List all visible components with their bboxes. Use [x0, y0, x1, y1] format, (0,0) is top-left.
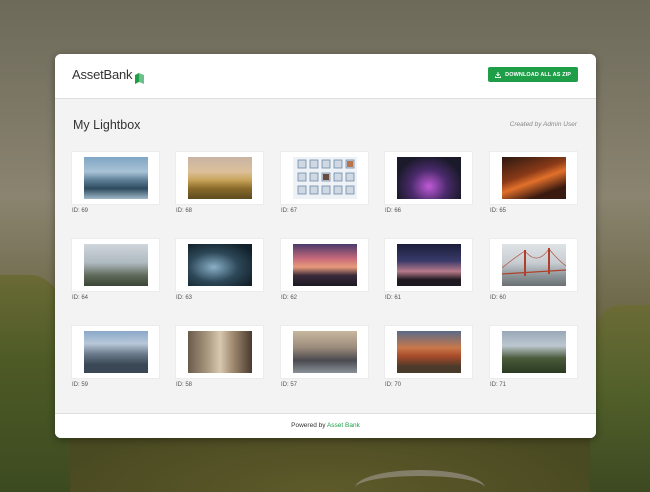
created-by-text: Created by Admin User — [509, 121, 577, 128]
asset-id-label: ID: 68 — [176, 208, 193, 214]
asset-id-label: ID: 67 — [281, 208, 298, 214]
lake-mountain-thumbnail — [83, 157, 148, 199]
misty-mountain-thumbnail — [83, 244, 148, 286]
asset-id-label: ID: 58 — [176, 382, 193, 388]
asset-id-label: ID: 57 — [281, 382, 298, 388]
asset-id-label: ID: 65 — [490, 208, 507, 214]
city-street-thumbnail — [187, 331, 252, 373]
asset-id-label: ID: 62 — [281, 295, 298, 301]
asset-card[interactable]: ID: 65 — [490, 152, 577, 214]
asset-thumbnail-frame[interactable] — [72, 239, 159, 291]
asset-thumbnail-frame[interactable] — [72, 152, 159, 204]
aerial-river-thumbnail — [187, 244, 252, 286]
download-icon — [495, 71, 502, 78]
asset-thumbnail-frame[interactable] — [385, 326, 472, 378]
asset-bank-link[interactable]: Asset Bank — [327, 422, 360, 429]
asset-id-label: ID: 66 — [385, 208, 402, 214]
title-row: My Lightbox Created by Admin User — [55, 99, 596, 135]
brand-name: AssetBank — [72, 67, 133, 82]
asset-thumbnail-frame[interactable] — [385, 152, 472, 204]
asset-card[interactable]: ID: 60 — [490, 239, 577, 301]
asset-id-label: ID: 70 — [385, 382, 402, 388]
asset-id-label: ID: 61 — [385, 295, 402, 301]
asset-card[interactable]: ID: 71 — [490, 326, 577, 388]
asset-thumbnail-frame[interactable] — [490, 152, 577, 204]
asset-card[interactable]: ID: 64 — [72, 239, 159, 301]
asset-card[interactable]: ID: 63 — [176, 239, 263, 301]
asset-card[interactable]: ID: 68 — [176, 152, 263, 214]
asset-card[interactable]: ID: 70 — [385, 326, 472, 388]
page-title: My Lightbox — [73, 118, 141, 132]
golden-gate-thumbnail — [501, 244, 566, 286]
red-canyon-thumbnail — [396, 331, 461, 373]
asset-card[interactable]: ID: 59 — [72, 326, 159, 388]
asset-thumbnail-frame[interactable] — [385, 239, 472, 291]
lightbox-panel: AssetBank DOWNLOAD ALL AS ZIP My Lightbo… — [55, 54, 596, 438]
asset-id-label: ID: 63 — [176, 295, 193, 301]
pier-sunset-thumbnail — [292, 331, 357, 373]
footer-prefix: Powered by — [291, 422, 327, 429]
asset-card[interactable]: ID: 69 — [72, 152, 159, 214]
asset-card[interactable]: ID: 66 — [385, 152, 472, 214]
asset-id-label: ID: 60 — [490, 295, 507, 301]
london-night-thumbnail — [501, 157, 566, 199]
asset-thumbnail-frame[interactable] — [176, 152, 263, 204]
asset-thumbnail-frame[interactable] — [176, 326, 263, 378]
asset-thumbnail-frame[interactable] — [281, 239, 368, 291]
asset-card[interactable]: ID: 67 — [281, 152, 368, 214]
asset-thumbnail-frame[interactable] — [281, 326, 368, 378]
castle-forest-thumbnail — [501, 331, 566, 373]
download-all-zip-button[interactable]: DOWNLOAD ALL AS ZIP — [488, 67, 578, 82]
balloon-field-thumbnail — [187, 157, 252, 199]
asset-id-label: ID: 69 — [72, 208, 89, 214]
night-bridge-thumbnail — [396, 157, 461, 199]
assetbank-logo[interactable]: AssetBank — [72, 67, 145, 84]
asset-id-label: ID: 59 — [72, 382, 89, 388]
asset-id-label: ID: 64 — [72, 295, 89, 301]
asset-thumbnail-frame[interactable] — [72, 326, 159, 378]
dusk-horizon-thumbnail — [396, 244, 461, 286]
asset-thumbnail-frame[interactable] — [281, 152, 368, 204]
background-hill-right — [590, 305, 650, 492]
asset-thumbnail-frame[interactable] — [490, 326, 577, 378]
building-windows-thumbnail — [292, 157, 357, 199]
asset-card[interactable]: ID: 61 — [385, 239, 472, 301]
asset-card[interactable]: ID: 58 — [176, 326, 263, 388]
header: AssetBank DOWNLOAD ALL AS ZIP — [55, 54, 596, 99]
asset-id-label: ID: 71 — [490, 382, 507, 388]
asset-card[interactable]: ID: 62 — [281, 239, 368, 301]
footer: Powered by Asset Bank — [55, 413, 596, 438]
snowy-mountains-thumbnail — [83, 331, 148, 373]
asset-thumbnail-frame[interactable] — [490, 239, 577, 291]
sunset-sea-thumbnail — [292, 244, 357, 286]
download-all-zip-label: DOWNLOAD ALL AS ZIP — [505, 71, 571, 78]
background-road — [355, 470, 485, 492]
asset-card[interactable]: ID: 57 — [281, 326, 368, 388]
asset-thumbnail-frame[interactable] — [176, 239, 263, 291]
